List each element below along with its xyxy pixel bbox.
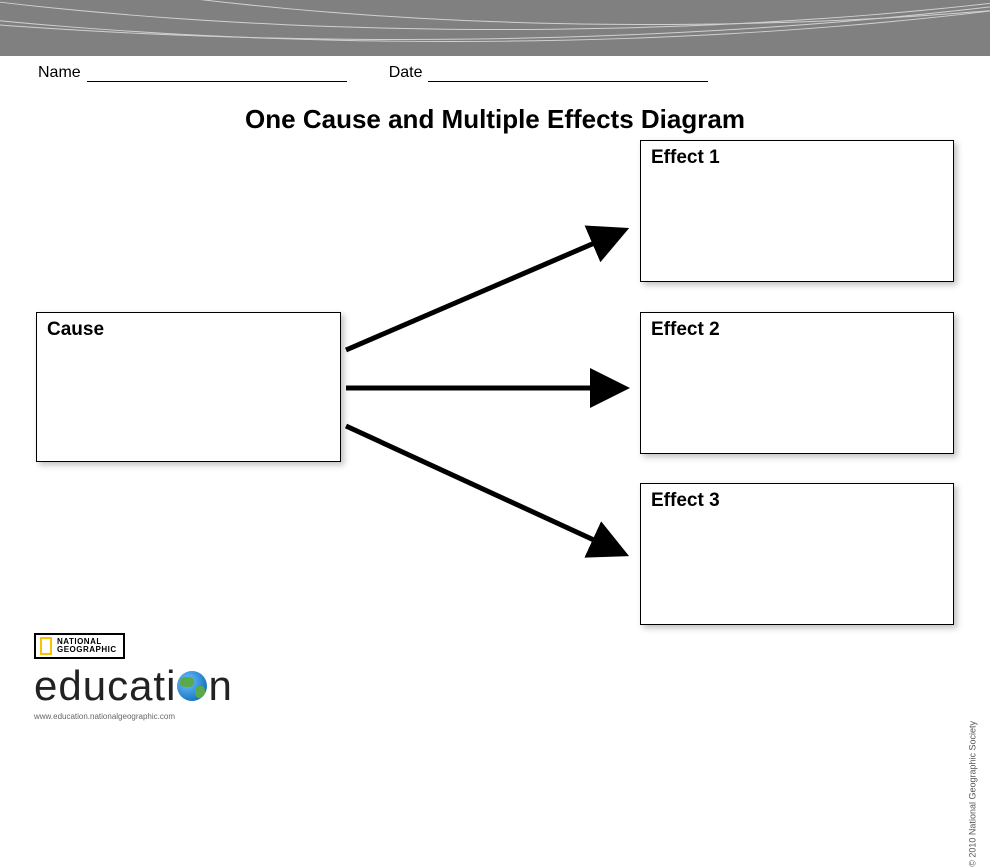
effect-3-label: Effect 3 [651,490,720,511]
education-wordmark: educati n [34,662,233,710]
effect-3-box[interactable]: Effect 3 [640,483,954,625]
name-field-line[interactable] [87,66,347,82]
effect-1-box[interactable]: Effect 1 [640,140,954,282]
arrow-to-effect-1 [346,232,620,350]
effect-1-label: Effect 1 [651,147,720,168]
date-field-line[interactable] [428,66,708,82]
arrow-to-effect-3 [346,426,620,552]
globe-icon [177,671,207,701]
natgeo-rectangle-icon [40,637,52,655]
footer-logo: NATIONAL GEOGRAPHIC educati n www.educat… [34,633,233,721]
brand-bottom: GEOGRAPHIC [57,645,117,654]
cause-box[interactable]: Cause [36,312,341,462]
cause-label: Cause [47,319,104,340]
date-label: Date [389,64,423,82]
edu-suffix: n [208,662,232,710]
edu-prefix: educati [34,662,176,710]
footer-url: www.education.nationalgeographic.com [34,712,233,721]
natgeo-banner: NATIONAL GEOGRAPHIC [34,633,125,659]
name-date-row: Name Date [38,64,708,82]
page-title: One Cause and Multiple Effects Diagram [0,104,990,135]
header-band [0,0,990,56]
effect-2-box[interactable]: Effect 2 [640,312,954,454]
name-label: Name [38,64,81,82]
effect-2-label: Effect 2 [651,319,720,340]
